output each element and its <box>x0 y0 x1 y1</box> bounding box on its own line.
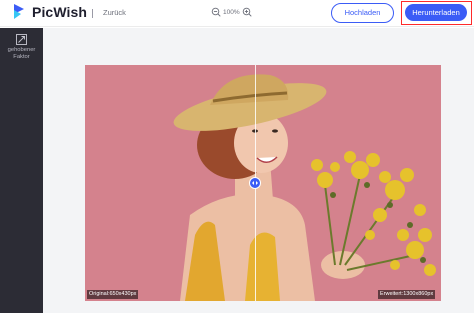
download-button[interactable]: Herunterladen <box>405 4 467 21</box>
preview-image <box>85 65 441 301</box>
expand-icon <box>16 34 27 45</box>
arrows-left-right-icon <box>252 181 258 185</box>
header-divider <box>92 9 93 18</box>
sidebar-item-label: gehobener <box>7 47 36 53</box>
download-highlight-box: Herunterladen <box>401 1 472 25</box>
zoom-out-icon[interactable] <box>211 7 221 17</box>
logo-text: PicWish <box>32 3 88 20</box>
zoom-control: 100% <box>211 7 252 17</box>
picwish-logo-icon <box>14 4 24 19</box>
top-bar: PicWish Zurück 100% Hochladen Herunterla… <box>0 0 474 27</box>
back-link[interactable]: Zurück <box>103 8 126 17</box>
compare-slider-handle[interactable] <box>249 177 261 189</box>
sidebar-item-label: Faktor <box>13 54 30 60</box>
logo[interactable]: PicWish <box>11 3 87 20</box>
sidebar-item-upscale[interactable]: gehobener Faktor <box>0 34 43 61</box>
enhanced-size-label: Erweitert:1300x860px <box>378 290 436 299</box>
zoom-level: 100% <box>223 8 240 16</box>
portrait-illustration <box>85 65 441 301</box>
zoom-in-icon[interactable] <box>242 7 252 17</box>
sidebar: gehobener Faktor <box>0 28 43 313</box>
original-size-label: Original:650x430px <box>87 290 139 299</box>
upload-button[interactable]: Hochladen <box>331 3 394 23</box>
